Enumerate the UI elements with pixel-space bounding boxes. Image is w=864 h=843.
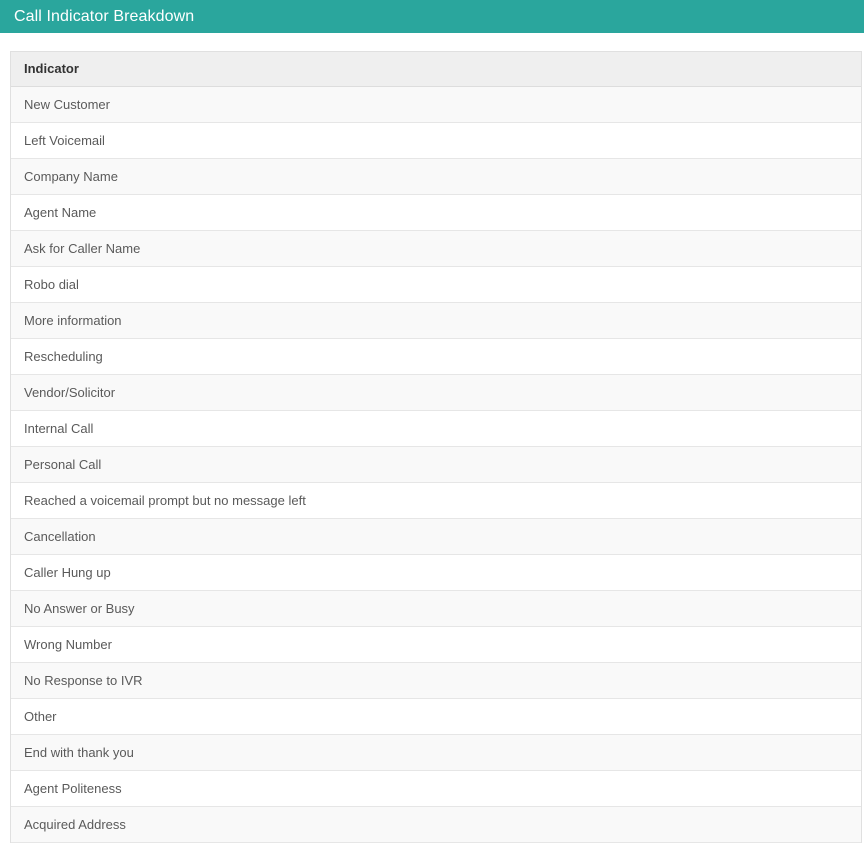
table-head: Indicator bbox=[11, 52, 861, 87]
table-row[interactable]: Robo dial bbox=[11, 266, 861, 303]
indicator-table-container: Indicator New Customer Left Voicemail Comp… bbox=[10, 51, 862, 843]
content-area: Indicator New Customer Left Voicemail Comp… bbox=[0, 33, 864, 843]
table-row[interactable]: Vendor/Solicitor bbox=[11, 374, 861, 411]
cell-indicator: Personal Call bbox=[11, 446, 861, 483]
table-row[interactable]: Cancellation bbox=[11, 518, 861, 555]
table-row[interactable]: Other bbox=[11, 698, 861, 735]
table-body: New Customer Left Voicemail Company Name Ag… bbox=[11, 86, 861, 843]
table-row[interactable]: Acquired Address bbox=[11, 806, 861, 843]
column-header-indicator[interactable]: Indicator bbox=[11, 52, 861, 87]
cell-indicator: Internal Call bbox=[11, 410, 861, 447]
cell-indicator: More information bbox=[11, 302, 861, 339]
page-title: Call Indicator Breakdown bbox=[14, 7, 195, 25]
cell-indicator: Rescheduling bbox=[11, 338, 861, 375]
cell-indicator: Agent Politeness bbox=[11, 770, 861, 807]
cell-indicator: Agent Name bbox=[11, 194, 861, 231]
table-row[interactable]: New Customer bbox=[11, 86, 861, 123]
cell-indicator: Cancellation bbox=[11, 518, 861, 555]
table-row[interactable]: Internal Call bbox=[11, 410, 861, 447]
table-row[interactable]: Company Name bbox=[11, 158, 861, 195]
table-row[interactable]: End with thank you bbox=[11, 734, 861, 771]
table-header-row: Indicator bbox=[11, 52, 861, 87]
cell-indicator: Robo dial bbox=[11, 266, 861, 303]
cell-indicator: No Response to IVR bbox=[11, 662, 861, 699]
cell-indicator: Reached a voicemail prompt but no messag… bbox=[11, 482, 861, 519]
page-header-bar: Call Indicator Breakdown bbox=[0, 0, 864, 33]
table-row[interactable]: Agent Name bbox=[11, 194, 861, 231]
table-row[interactable]: No Answer or Busy bbox=[11, 590, 861, 627]
cell-indicator: Caller Hung up bbox=[11, 554, 861, 591]
cell-indicator: Wrong Number bbox=[11, 626, 861, 663]
cell-indicator: No Answer or Busy bbox=[11, 590, 861, 627]
cell-indicator: Left Voicemail bbox=[11, 122, 861, 159]
cell-indicator: Ask for Caller Name bbox=[11, 230, 861, 267]
table-row[interactable]: More information bbox=[11, 302, 861, 339]
table-row[interactable]: Agent Politeness bbox=[11, 770, 861, 807]
table-row[interactable]: Rescheduling bbox=[11, 338, 861, 375]
table-row[interactable]: Reached a voicemail prompt but no messag… bbox=[11, 482, 861, 519]
indicator-table: Indicator New Customer Left Voicemail Comp… bbox=[11, 52, 861, 843]
table-row[interactable]: Left Voicemail bbox=[11, 122, 861, 159]
cell-indicator: Acquired Address bbox=[11, 806, 861, 843]
cell-indicator: Company Name bbox=[11, 158, 861, 195]
cell-indicator: Vendor/Solicitor bbox=[11, 374, 861, 411]
cell-indicator: New Customer bbox=[11, 86, 861, 123]
table-row[interactable]: No Response to IVR bbox=[11, 662, 861, 699]
table-row[interactable]: Wrong Number bbox=[11, 626, 861, 663]
table-row[interactable]: Caller Hung up bbox=[11, 554, 861, 591]
cell-indicator: End with thank you bbox=[11, 734, 861, 771]
table-row[interactable]: Personal Call bbox=[11, 446, 861, 483]
cell-indicator: Other bbox=[11, 698, 861, 735]
table-row[interactable]: Ask for Caller Name bbox=[11, 230, 861, 267]
